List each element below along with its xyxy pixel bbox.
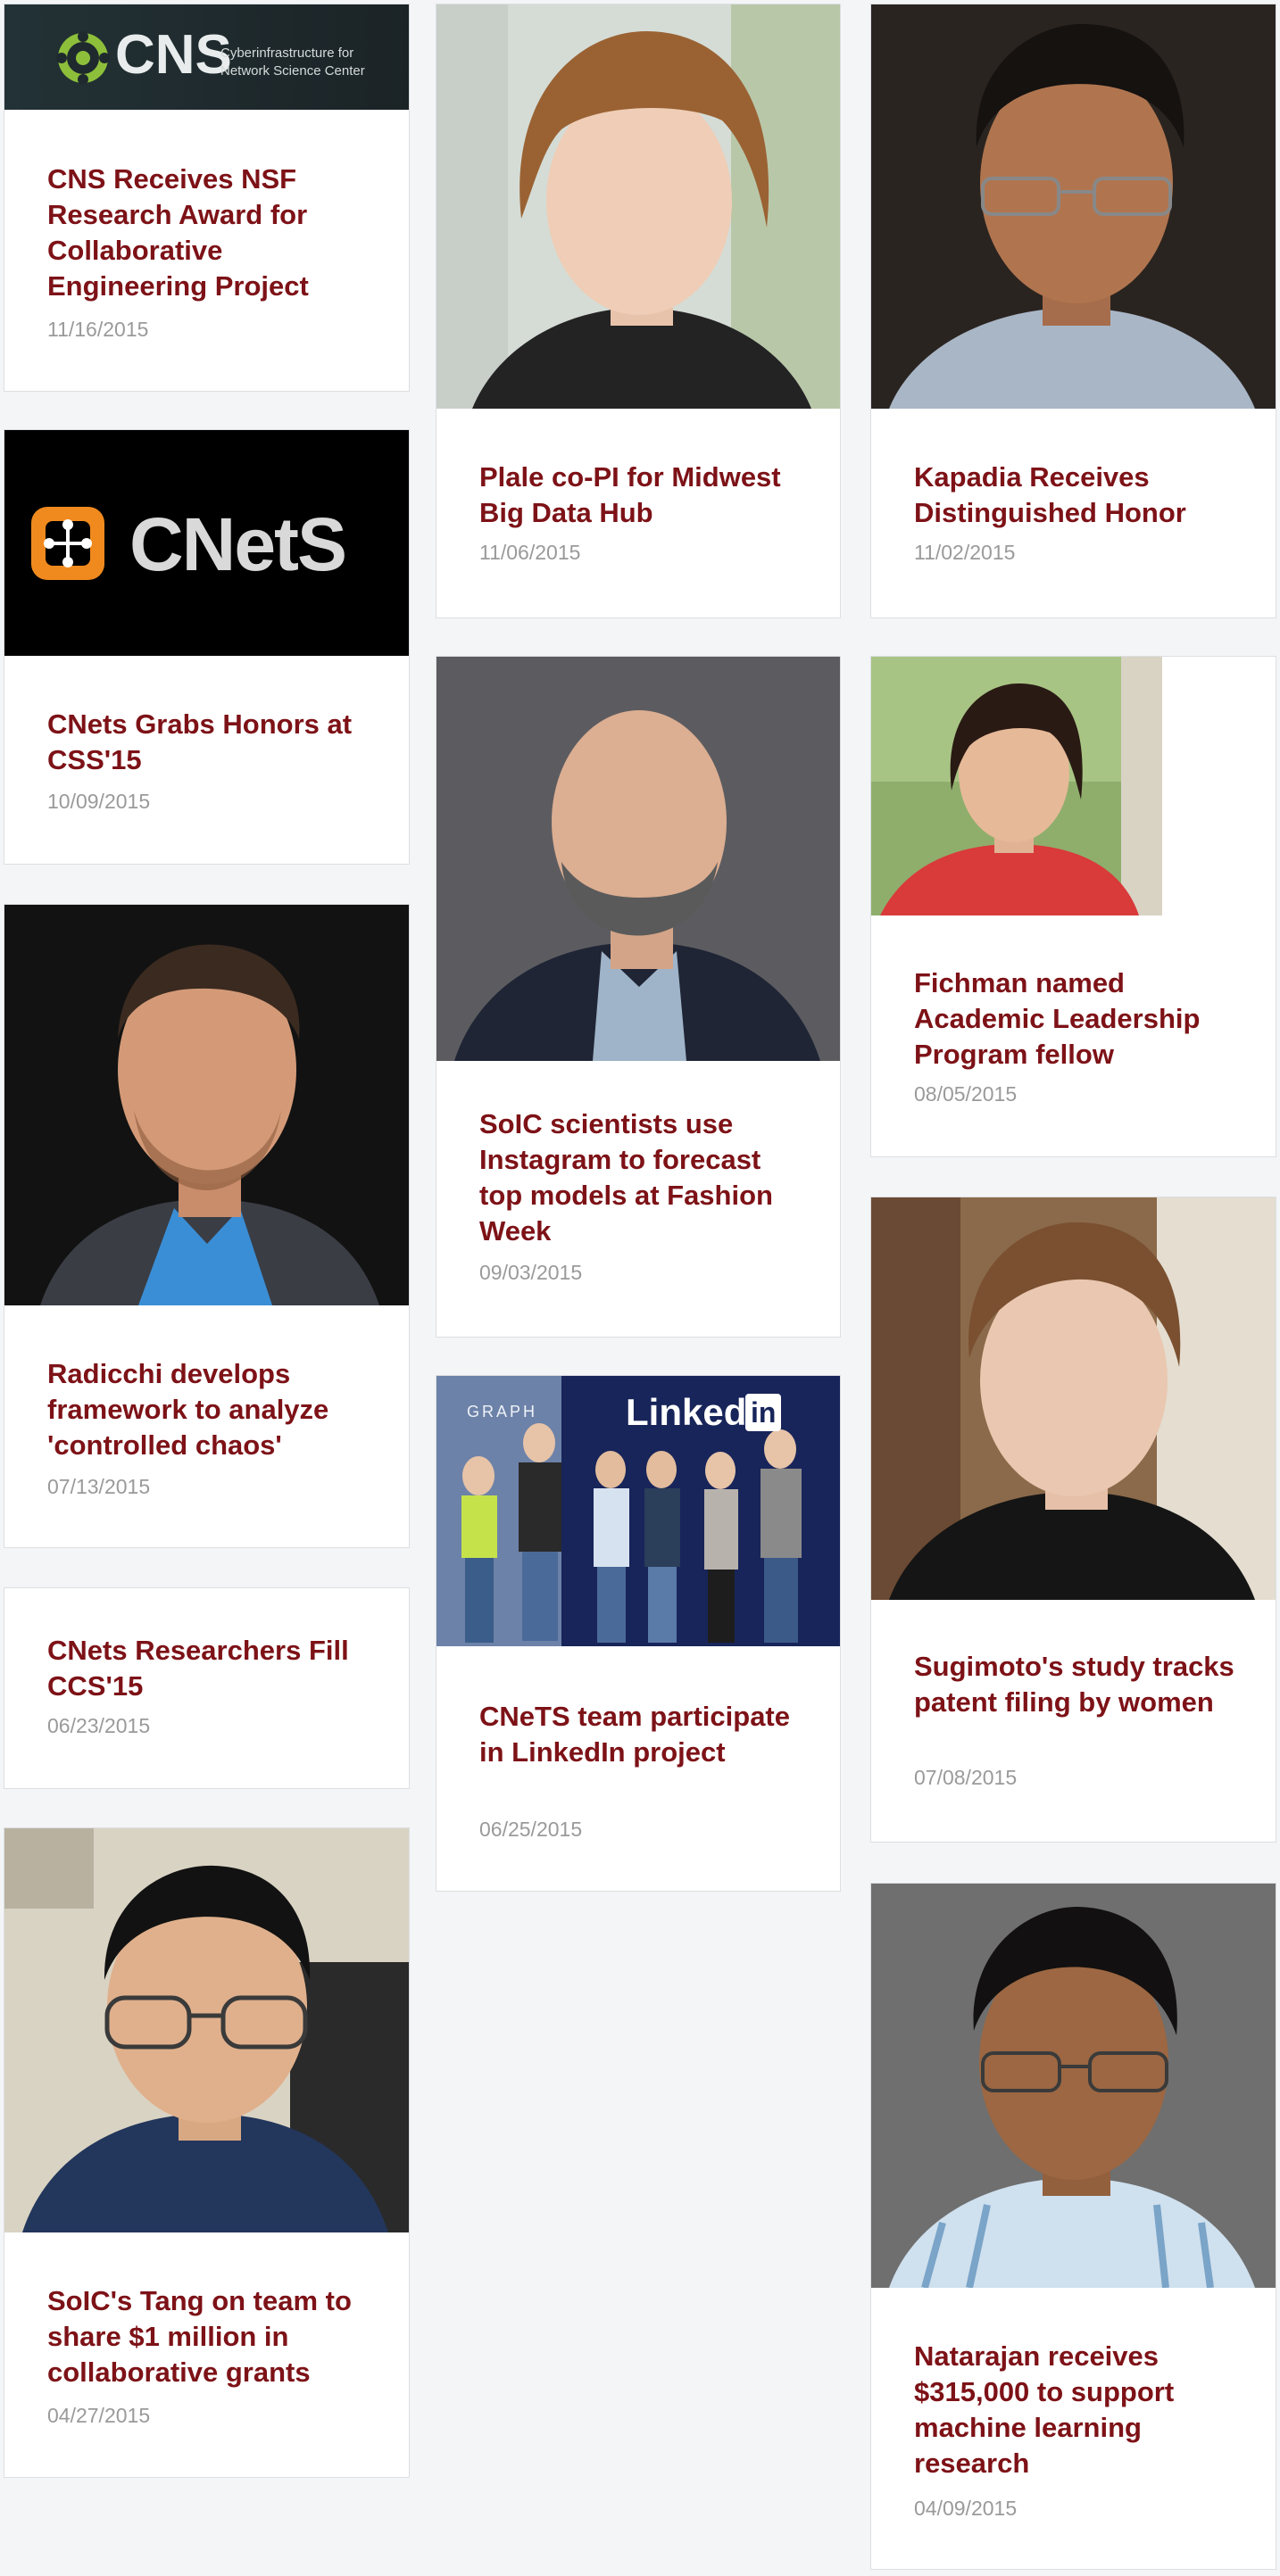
sugimoto-portrait-image[interactable] (871, 1197, 1276, 1600)
news-date: 07/08/2015 (914, 1766, 1018, 1789)
news-card[interactable]: Linked in GRAPH CNeTS team participate i… (436, 1375, 841, 1892)
news-date: 04/27/2015 (47, 2404, 151, 2427)
linkedin-team-group-image[interactable]: Linked in GRAPH (436, 1376, 840, 1646)
cnets-logo-text: CNetS (129, 502, 347, 586)
news-title[interactable]: CNeTS team participate in LinkedIn proje… (479, 1699, 804, 1770)
kapadia-portrait-image[interactable] (871, 4, 1276, 409)
news-title[interactable]: Fichman named Academic Leadership Progra… (914, 965, 1240, 1073)
news-card[interactable]: SoIC scientists use Instagram to forecas… (436, 656, 841, 1338)
cnets-logo-image[interactable]: CNetS (4, 430, 409, 656)
news-title[interactable]: CNS Receives NSF Research Award for Coll… (47, 162, 373, 304)
cns-logo-subtitle-line2: Network Science Center (220, 63, 365, 79)
cns-logo-text: CNS (115, 24, 232, 86)
news-card[interactable]: Radicchi develops framework to analyze '… (4, 904, 410, 1548)
news-date: 10/09/2015 (47, 790, 151, 813)
radicchi-portrait-image[interactable] (4, 905, 409, 1305)
news-title[interactable]: CNets Researchers Fill CCS'15 (47, 1633, 373, 1704)
news-title[interactable]: Natarajan receives $315,000 to support m… (914, 2339, 1240, 2481)
soic-scientist-portrait-image[interactable] (436, 657, 840, 1061)
news-date: 11/06/2015 (479, 541, 581, 564)
news-card[interactable]: Natarajan receives $315,000 to support m… (870, 1883, 1276, 2570)
news-card[interactable]: SoIC's Tang on team to share $1 million … (4, 1827, 410, 2478)
news-title[interactable]: CNets Grabs Honors at CSS'15 (47, 707, 373, 778)
graph-banner-text: GRAPH (467, 1403, 538, 1421)
news-date: 06/23/2015 (47, 1714, 151, 1737)
tang-portrait-image[interactable] (4, 1828, 409, 2232)
news-title[interactable]: Kapadia Receives Distinguished Honor (914, 460, 1240, 531)
news-date: 09/03/2015 (479, 1261, 583, 1284)
news-card[interactable]: Sugimoto's study tracks patent filing by… (870, 1197, 1276, 1843)
news-card[interactable]: CNetS CNets Grabs Honors at CSS'15 10/09… (4, 429, 410, 865)
news-card[interactable]: Plale co-PI for Midwest Big Data Hub 11/… (436, 4, 841, 618)
cns-logo-image[interactable]: CNS Cyberinfrastructure for Network Scie… (4, 4, 409, 110)
news-date: 08/05/2015 (914, 1082, 1018, 1106)
news-card[interactable]: Fichman named Academic Leadership Progra… (870, 656, 1276, 1157)
linkedin-banner-text: Linked (626, 1391, 747, 1433)
news-title[interactable]: Plale co-PI for Midwest Big Data Hub (479, 460, 804, 531)
news-title[interactable]: Sugimoto's study tracks patent filing by… (914, 1649, 1240, 1720)
cnets-network-icon (31, 507, 104, 580)
news-date: 07/13/2015 (47, 1475, 151, 1498)
natarajan-portrait-image[interactable] (871, 1884, 1276, 2288)
news-title[interactable]: SoIC's Tang on team to share $1 million … (47, 2283, 373, 2390)
linkedin-in-icon: in (745, 1394, 782, 1431)
news-card[interactable]: CNets Researchers Fill CCS'15 06/23/2015 (4, 1587, 410, 1789)
news-title[interactable]: SoIC scientists use Instagram to forecas… (479, 1106, 804, 1249)
news-date: 11/16/2015 (47, 318, 149, 341)
news-title[interactable]: Radicchi develops framework to analyze '… (47, 1356, 373, 1463)
news-date: 11/02/2015 (914, 541, 1016, 564)
news-card[interactable]: CNS Cyberinfrastructure for Network Scie… (4, 4, 410, 392)
news-card[interactable]: Kapadia Receives Distinguished Honor 11/… (870, 4, 1276, 618)
news-date: 06/25/2015 (479, 1818, 583, 1841)
fichman-portrait-image[interactable] (871, 657, 1162, 915)
plale-portrait-image[interactable] (436, 4, 840, 409)
news-date: 04/09/2015 (914, 2497, 1018, 2520)
cns-logo-subtitle-line1: Cyberinfrastructure for (220, 46, 354, 61)
